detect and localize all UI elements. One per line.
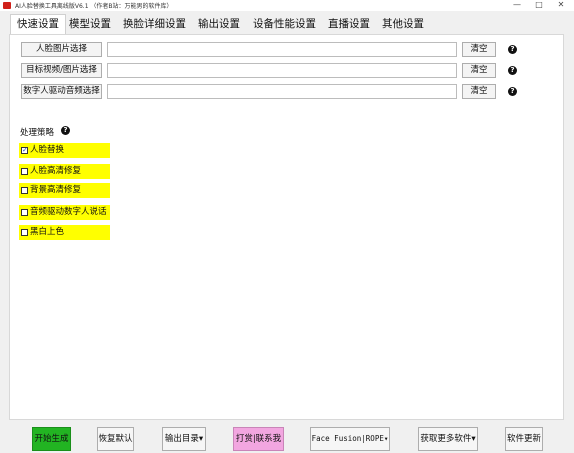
tab-device-performance[interactable]: 设备性能设置 (253, 15, 316, 33)
get-more-label: 获取更多软件 (420, 434, 472, 444)
output-dir-label: 输出目录 (164, 434, 199, 444)
title-bar: AI人脸替换工具离线版V6.1 （作者B站：万能男的软件库） — □ ✕ (0, 0, 574, 11)
target-video-select-button[interactable]: 目标视频/图片选择 (21, 63, 102, 78)
checkbox-face-enhance[interactable] (21, 168, 28, 175)
engine-select-button[interactable]: Face Fusion|ROPE▾ (310, 427, 390, 451)
option-label: 黑白上色 (30, 227, 65, 237)
window-title: AI人脸替换工具离线版V6.1 （作者B站：万能男的软件库） (15, 3, 173, 10)
help-icon[interactable]: ? (508, 66, 517, 75)
face-image-select-button[interactable]: 人脸图片选择 (21, 42, 102, 57)
option-label: 人脸替换 (30, 145, 65, 155)
option-background-enhance[interactable]: 背景高清修复 (19, 183, 110, 198)
checkbox-background-enhance[interactable] (21, 187, 28, 194)
checkbox-face-swap[interactable]: ✓ (21, 147, 28, 154)
dropdown-arrow-icon: ▾ (471, 434, 476, 444)
software-update-button[interactable]: 软件更新 (505, 427, 543, 451)
checkbox-audio-driven-avatar[interactable] (21, 209, 28, 216)
help-icon[interactable]: ? (61, 126, 70, 135)
tab-face-swap-detail[interactable]: 换脸详细设置 (123, 15, 186, 33)
minimize-button[interactable]: — (508, 0, 526, 11)
option-colorize[interactable]: 黑白上色 (19, 225, 110, 240)
restore-defaults-button[interactable]: 恢复默认 (97, 427, 134, 451)
dropdown-arrow-icon: ▾ (383, 434, 389, 443)
option-label: 音频驱动数字人说话 (30, 207, 107, 217)
close-button[interactable]: ✕ (552, 0, 570, 11)
audio-path-field[interactable] (107, 84, 457, 99)
tab-quick-settings[interactable]: 快速设置 (10, 14, 66, 35)
option-label: 背景高清修复 (30, 185, 82, 195)
clear-target-video-button[interactable]: 清空 (462, 63, 496, 78)
clear-face-image-button[interactable]: 清空 (462, 42, 496, 57)
option-label: 人脸高清修复 (30, 166, 82, 176)
option-face-swap[interactable]: ✓ 人脸替换 (19, 143, 110, 158)
clear-audio-button[interactable]: 清空 (462, 84, 496, 99)
option-audio-driven-avatar[interactable]: 音频驱动数字人说话 (19, 205, 110, 220)
checkbox-colorize[interactable] (21, 229, 28, 236)
dropdown-arrow-icon: ▾ (198, 434, 204, 444)
audio-select-button[interactable]: 数字人驱动音频选择 (21, 84, 102, 99)
app-icon (3, 2, 11, 9)
tab-model-settings[interactable]: 模型设置 (69, 15, 111, 33)
strategy-title: 处理策略 (20, 128, 55, 138)
start-generate-button[interactable]: 开始生成 (32, 427, 71, 451)
target-video-path-field[interactable] (107, 63, 457, 78)
maximize-button[interactable]: □ (530, 0, 548, 11)
help-icon[interactable]: ? (508, 45, 517, 54)
option-face-enhance[interactable]: 人脸高清修复 (19, 164, 110, 179)
tab-live-settings[interactable]: 直播设置 (328, 15, 370, 33)
tab-bar: 快速设置 模型设置 换脸详细设置 输出设置 设备性能设置 直播设置 其他设置 (0, 11, 574, 35)
output-dir-button[interactable]: 输出目录▾ (162, 427, 206, 451)
tab-output-settings[interactable]: 输出设置 (198, 15, 240, 33)
face-image-path-field[interactable] (107, 42, 457, 57)
donate-contact-button[interactable]: 打赏|联系我 (233, 427, 284, 451)
engine-label: Face Fusion|ROPE (311, 434, 384, 443)
help-icon[interactable]: ? (508, 87, 517, 96)
get-more-software-button[interactable]: 获取更多软件▾ (418, 427, 478, 451)
tab-other-settings[interactable]: 其他设置 (382, 15, 424, 33)
